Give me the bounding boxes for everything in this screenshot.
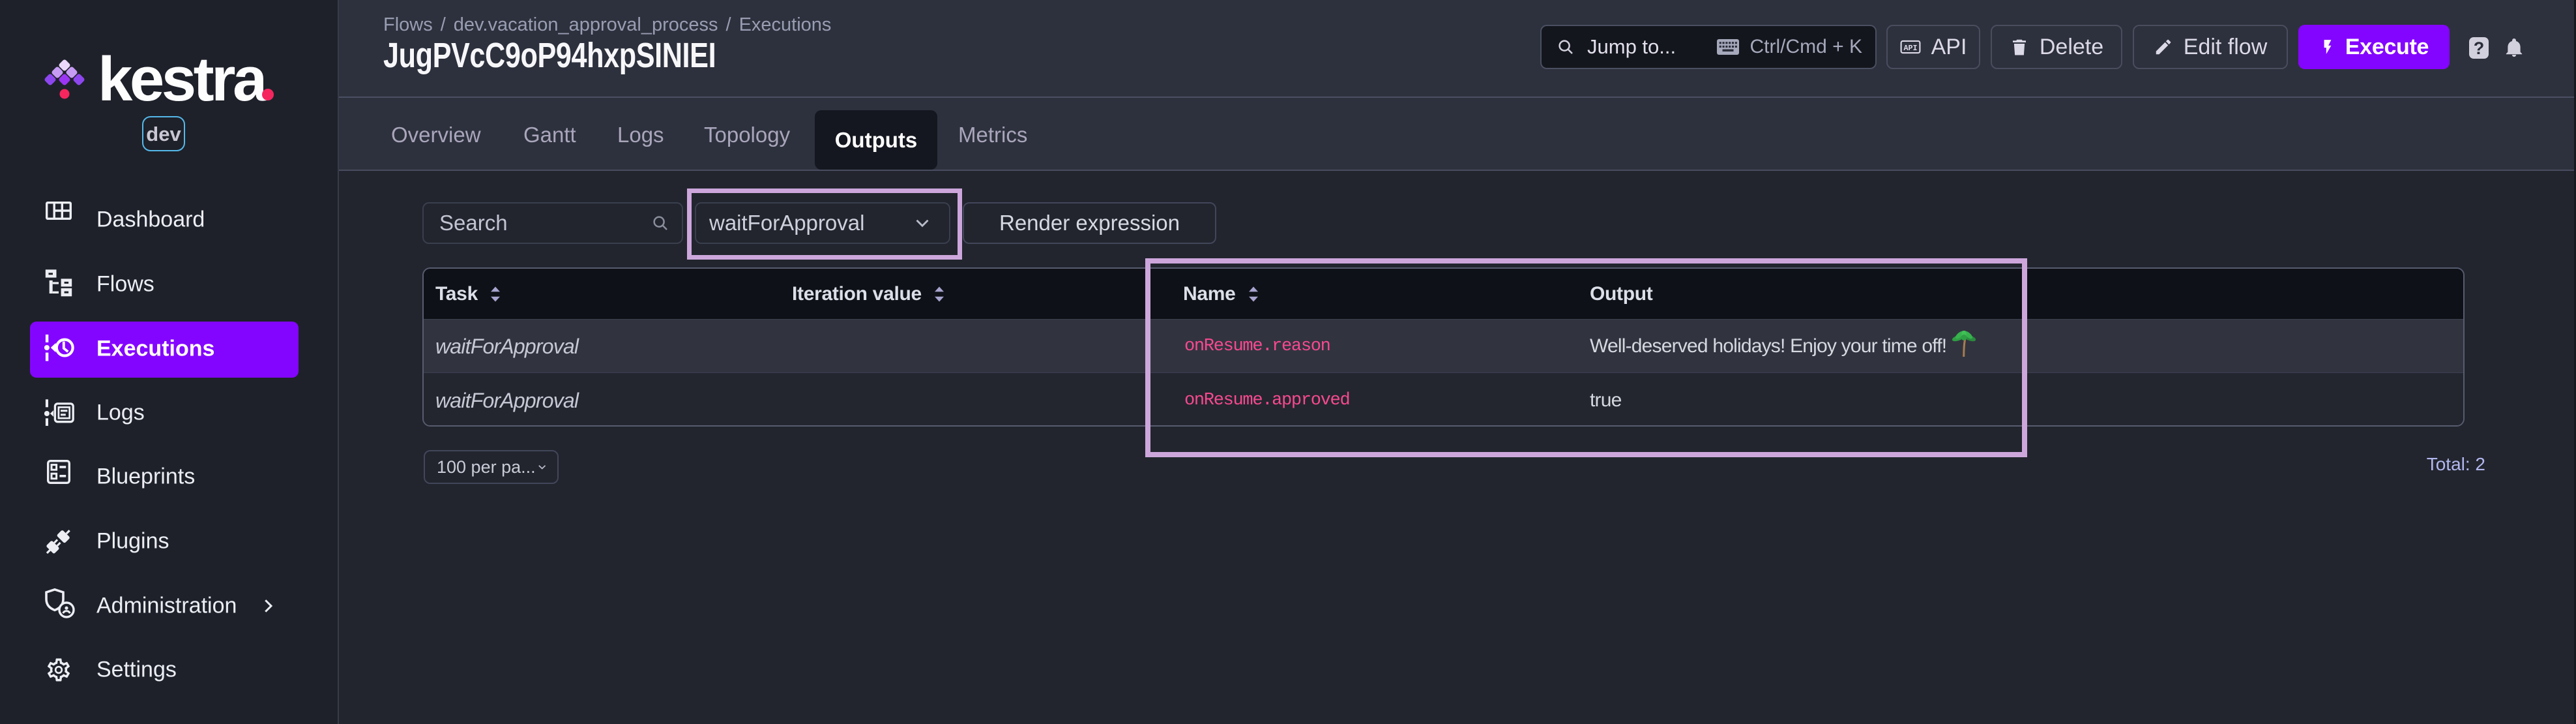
- svg-text:API: API: [1903, 44, 1917, 53]
